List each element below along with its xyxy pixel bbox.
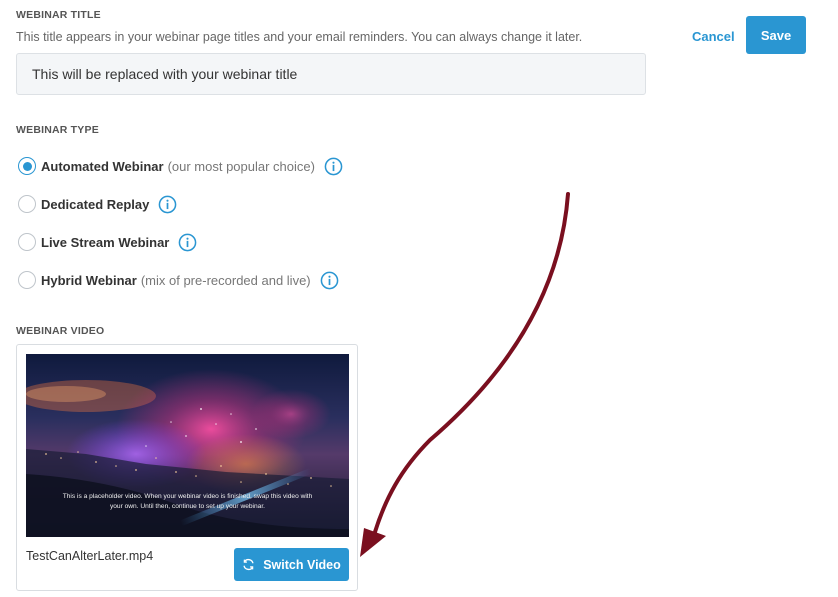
info-icon[interactable]	[320, 271, 339, 290]
arrow-head	[360, 528, 386, 557]
radio-icon[interactable]	[18, 195, 36, 213]
save-button[interactable]: Save	[746, 16, 806, 54]
webinar-title-input[interactable]	[16, 53, 646, 95]
switch-video-button[interactable]: Switch Video	[234, 548, 349, 581]
webinar-type-heading: WEBINAR TYPE	[16, 124, 99, 136]
info-icon[interactable]	[178, 233, 197, 252]
video-card: This is a placeholder video. When your w…	[16, 344, 358, 591]
radio-note: (mix of pre-recorded and live)	[140, 272, 311, 288]
video-file-name: TestCanAlterLater.mp4	[26, 549, 154, 563]
switch-video-label: Switch Video	[263, 557, 341, 572]
radio-note: (our most popular choice)	[167, 158, 315, 174]
radio-label: Dedicated Replay	[41, 196, 150, 212]
video-caption: This is a placeholder video. When your w…	[62, 493, 313, 510]
webinar-video-heading: WEBINAR VIDEO	[16, 325, 105, 337]
refresh-icon	[243, 558, 254, 571]
radio-option-dedicated-replay[interactable]: Dedicated Replay	[16, 192, 177, 216]
radio-option-hybrid[interactable]: Hybrid Webinar (mix of pre-recorded and …	[16, 268, 339, 292]
webinar-title-help: This title appears in your webinar page …	[16, 30, 583, 44]
radio-icon[interactable]	[18, 271, 36, 289]
radio-label: Hybrid Webinar	[41, 272, 137, 288]
radio-icon[interactable]	[18, 233, 36, 251]
radio-option-automated[interactable]: Automated Webinar (our most popular choi…	[16, 154, 343, 178]
radio-icon[interactable]	[18, 157, 36, 175]
info-icon[interactable]	[158, 195, 177, 214]
radio-label: Live Stream Webinar	[41, 234, 170, 250]
webinar-title-heading: WEBINAR TITLE	[16, 9, 101, 21]
info-icon[interactable]	[324, 157, 343, 176]
radio-label: Automated Webinar	[41, 158, 164, 174]
video-thumbnail[interactable]: This is a placeholder video. When your w…	[26, 354, 349, 537]
cancel-button[interactable]: Cancel	[692, 29, 735, 44]
radio-option-live-stream[interactable]: Live Stream Webinar	[16, 230, 197, 254]
